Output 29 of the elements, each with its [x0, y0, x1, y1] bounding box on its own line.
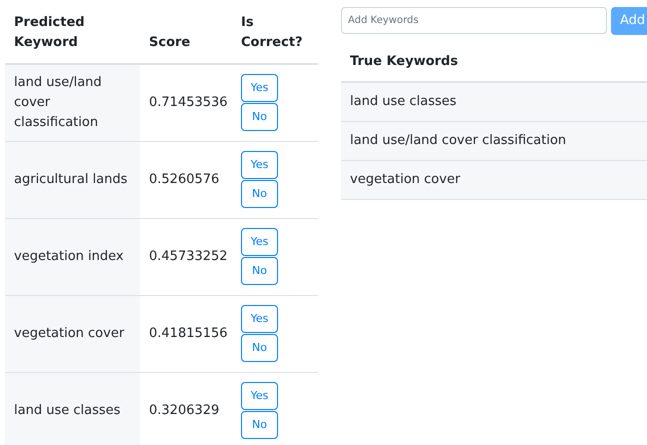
- table-cell: land use classes: [5, 373, 140, 445]
- table-cell-text: 0.71453536: [148, 94, 229, 112]
- answer-button[interactable]: No: [241, 411, 278, 439]
- answer-button[interactable]: No: [241, 257, 278, 285]
- column-header: True Keywords: [350, 52, 458, 71]
- answer-button[interactable]: Yes: [241, 74, 278, 102]
- table-cell: land use classes: [341, 83, 647, 122]
- table-cell-text: 0.41815156: [148, 325, 229, 344]
- column-header: Score: [148, 34, 192, 52]
- table-cell: land use/land cover classification: [5, 65, 140, 141]
- answer-button[interactable]: Yes: [241, 382, 278, 410]
- answer-button[interactable]: Yes: [241, 228, 278, 256]
- answer-button[interactable]: Yes: [241, 151, 278, 179]
- table-cell-text: 0.45733252: [148, 248, 229, 266]
- column-header: Predicted Keyword: [13, 14, 86, 52]
- column-header: Is Correct?: [240, 14, 304, 52]
- table-cell: agricultural lands: [5, 142, 140, 218]
- table-cell: vegetation cover: [5, 296, 140, 372]
- add-button[interactable]: Add: [611, 7, 647, 35]
- table-cell: land use/land cover classification: [341, 122, 647, 161]
- answer-button[interactable]: No: [241, 103, 278, 131]
- keyword-input[interactable]: Add Keywords: [341, 7, 607, 34]
- table-cell: vegetation cover: [341, 161, 647, 200]
- table-cell-text: 0.3206329: [148, 402, 220, 420]
- answer-button[interactable]: No: [241, 180, 278, 208]
- table-cell: vegetation index: [5, 219, 140, 295]
- table-cell-text: 0.5260576: [148, 171, 220, 190]
- answer-button[interactable]: Yes: [241, 305, 278, 333]
- answer-button[interactable]: No: [241, 334, 278, 362]
